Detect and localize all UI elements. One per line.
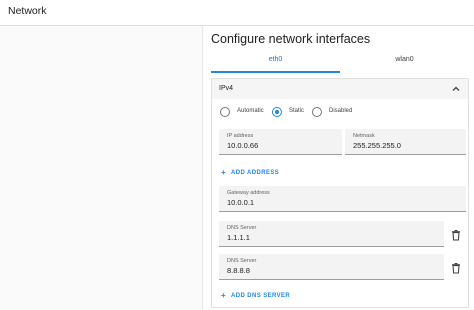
gateway-value[interactable]: 10.0.0.1	[227, 198, 254, 207]
page-title: Network	[8, 5, 47, 17]
ipv4-card: IPv4 Automatic Static Disabled IP addres…	[211, 78, 469, 308]
radio-static-circle[interactable]	[272, 107, 282, 117]
plus-icon: +	[221, 168, 227, 177]
main-panel: Configure network interfaces eth0 wlan0 …	[204, 26, 474, 310]
left-panel	[3, 26, 203, 310]
add-address-label: ADD ADDRESS	[231, 170, 280, 176]
radio-static[interactable]: Static	[272, 106, 317, 118]
dns-server-label-1: DNS Server	[227, 225, 257, 231]
radio-disabled-label: Disabled	[329, 108, 353, 114]
ip-address-label: IP address	[227, 133, 254, 139]
dns-server-field-1[interactable]: DNS Server 1.1.1.1	[219, 221, 444, 247]
netmask-label: Netmask	[353, 133, 375, 139]
active-tab-indicator	[211, 71, 340, 73]
trash-icon[interactable]	[450, 229, 462, 241]
dns-server-field-2[interactable]: DNS Server 8.8.8.8	[219, 254, 444, 280]
netmask-value[interactable]: 255.255.255.0	[353, 141, 401, 150]
app-top-bar: Network	[0, 0, 474, 26]
radio-automatic[interactable]: Automatic	[220, 106, 280, 118]
add-address-button[interactable]: + ADD ADDRESS	[221, 168, 301, 180]
interface-tabs: eth0 wlan0	[211, 51, 469, 73]
tab-wlan0[interactable]: wlan0	[340, 51, 469, 73]
netmask-field[interactable]: Netmask 255.255.255.0	[345, 129, 466, 155]
ip-address-value[interactable]: 10.0.0.66	[227, 141, 258, 150]
add-dns-server-label: ADD DNS SERVER	[231, 293, 291, 299]
radio-disabled-circle[interactable]	[312, 107, 322, 117]
ip-address-field[interactable]: IP address 10.0.0.66	[219, 129, 342, 155]
radio-automatic-circle[interactable]	[220, 107, 230, 117]
radio-disabled[interactable]: Disabled	[312, 106, 362, 118]
chevron-up-icon[interactable]	[450, 83, 462, 95]
ipv4-card-header[interactable]: IPv4	[212, 79, 468, 99]
tab-eth0[interactable]: eth0	[211, 51, 340, 73]
ipv4-mode-radio-group: Automatic Static Disabled	[220, 106, 460, 118]
dns-server-label-2: DNS Server	[227, 258, 257, 264]
add-dns-server-button[interactable]: + ADD DNS SERVER	[221, 291, 311, 303]
trash-icon[interactable]	[450, 262, 462, 274]
dns-server-value-1[interactable]: 1.1.1.1	[227, 233, 250, 242]
section-heading: Configure network interfaces	[211, 32, 371, 46]
radio-automatic-label: Automatic	[237, 108, 264, 114]
gateway-field[interactable]: Gateway address 10.0.0.1	[219, 186, 466, 212]
plus-icon: +	[221, 291, 227, 300]
gateway-label: Gateway address	[227, 190, 270, 196]
card-title: IPv4	[219, 85, 234, 92]
radio-static-label: Static	[289, 108, 305, 114]
dns-server-value-2[interactable]: 8.8.8.8	[227, 266, 250, 275]
